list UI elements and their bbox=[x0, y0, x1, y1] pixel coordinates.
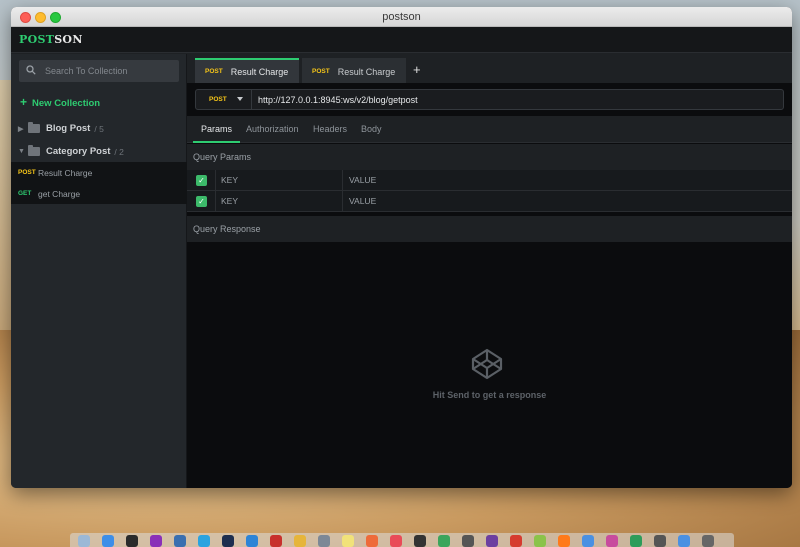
folder-blog-post[interactable]: ▶ Blog Post / 5 bbox=[18, 122, 104, 134]
terminal-icon[interactable] bbox=[126, 535, 138, 547]
request-item[interactable]: POST Result Charge bbox=[11, 162, 187, 183]
phpstorm-icon[interactable] bbox=[150, 535, 162, 547]
main-panel: POST Result Charge POST Result Charge + … bbox=[187, 54, 792, 488]
launchpad-icon[interactable] bbox=[318, 535, 330, 547]
method-select[interactable]: POST bbox=[196, 90, 252, 109]
chevron-down-icon bbox=[237, 97, 243, 101]
search-input[interactable] bbox=[45, 64, 170, 78]
params-table: ✓ KEY VALUE ✓ KEY VALUE bbox=[187, 170, 792, 212]
app-icon[interactable] bbox=[654, 535, 666, 547]
tab-headers[interactable]: Headers bbox=[313, 116, 347, 143]
music-icon[interactable] bbox=[390, 535, 402, 547]
table-row: ✓ KEY VALUE bbox=[187, 170, 792, 191]
tab-label: Result Charge bbox=[230, 66, 289, 77]
param-key[interactable]: KEY bbox=[217, 170, 343, 191]
search-box[interactable] bbox=[19, 60, 179, 82]
finder-icon[interactable] bbox=[78, 535, 90, 547]
photoshop-icon[interactable] bbox=[222, 535, 234, 547]
param-checkbox[interactable]: ✓ bbox=[187, 191, 216, 212]
method-badge: GET bbox=[18, 190, 32, 197]
app-icon[interactable] bbox=[630, 535, 642, 547]
request-tab[interactable]: POST Result Charge bbox=[302, 58, 406, 83]
app-icon[interactable] bbox=[606, 535, 618, 547]
firefox-icon[interactable] bbox=[558, 535, 570, 547]
safari-icon[interactable] bbox=[102, 535, 114, 547]
folder-count: / 5 bbox=[94, 123, 104, 134]
checkmark-icon: ✓ bbox=[196, 175, 207, 186]
folder-count: / 2 bbox=[114, 146, 124, 157]
param-key[interactable]: KEY bbox=[217, 191, 343, 212]
method-badge: POST bbox=[312, 68, 330, 75]
window-title: postson bbox=[382, 11, 421, 23]
trash-icon[interactable] bbox=[702, 535, 714, 547]
param-value[interactable]: VALUE bbox=[344, 170, 792, 191]
caret-down-icon: ▼ bbox=[18, 148, 25, 155]
request-item[interactable]: GET get Charge bbox=[11, 183, 187, 204]
folder-category-post[interactable]: ▼ Category Post / 2 bbox=[18, 145, 124, 157]
downloads-icon[interactable] bbox=[678, 535, 690, 547]
table-row: ✓ KEY VALUE bbox=[187, 191, 792, 212]
request-tab[interactable]: POST Result Charge bbox=[195, 58, 299, 83]
request-tabs: POST Result Charge POST Result Charge + bbox=[187, 54, 792, 83]
title-bar: postson bbox=[11, 7, 792, 27]
app-icon[interactable] bbox=[414, 535, 426, 547]
folder-name: Category Post bbox=[46, 146, 111, 157]
dock bbox=[70, 533, 734, 547]
filezilla-icon[interactable] bbox=[270, 535, 282, 547]
response-empty-state: Hit Send to get a response bbox=[187, 269, 792, 488]
request-list: POST Result Charge GET get Charge bbox=[11, 162, 187, 204]
app-logo: POSTSON bbox=[19, 33, 83, 46]
method-badge: POST bbox=[18, 169, 36, 176]
query-response-header: Query Response bbox=[187, 216, 792, 242]
app-window: postson POSTSON +New Collection ▶ Blog P… bbox=[11, 7, 792, 488]
method-badge: POST bbox=[205, 68, 223, 75]
url-input[interactable] bbox=[258, 93, 778, 106]
chrome-icon[interactable] bbox=[294, 535, 306, 547]
app-icon[interactable] bbox=[510, 535, 522, 547]
empty-response-text: Hit Send to get a response bbox=[432, 390, 547, 400]
param-value[interactable]: VALUE bbox=[344, 191, 792, 212]
codepen-icon bbox=[471, 348, 503, 380]
request-subtabs: Params Authorization Headers Body bbox=[187, 116, 792, 143]
app-icon[interactable] bbox=[438, 535, 450, 547]
new-collection-button[interactable]: + New Collection bbox=[20, 95, 100, 109]
param-checkbox[interactable]: ✓ bbox=[187, 170, 216, 191]
request-name: get Charge bbox=[38, 188, 81, 199]
folder-icon bbox=[28, 145, 40, 156]
app-icon[interactable] bbox=[582, 535, 594, 547]
app-icon[interactable] bbox=[174, 535, 186, 547]
sidebar: + New Collection ▶ Blog Post / 5 ▼ Catego… bbox=[11, 54, 187, 488]
tab-params[interactable]: Params bbox=[193, 116, 241, 143]
app-icon[interactable] bbox=[462, 535, 474, 547]
request-name: Result Charge bbox=[38, 167, 93, 178]
app-icon[interactable] bbox=[366, 535, 378, 547]
logo-text-son: SON bbox=[54, 33, 83, 46]
tab-authorization[interactable]: Authorization bbox=[246, 116, 299, 143]
checkmark-icon: ✓ bbox=[196, 196, 207, 207]
search-icon bbox=[26, 65, 36, 75]
plus-icon: + bbox=[20, 95, 28, 109]
app-icon[interactable] bbox=[534, 535, 546, 547]
caret-right-icon: ▶ bbox=[18, 125, 24, 133]
method-label: POST bbox=[209, 96, 227, 103]
app-icon[interactable] bbox=[486, 535, 498, 547]
telegram-icon[interactable] bbox=[198, 535, 210, 547]
logo-text-post: POST bbox=[19, 33, 55, 46]
query-params-header: Query Params bbox=[187, 144, 792, 170]
folder-name: Blog Post bbox=[46, 123, 91, 134]
app-header: POSTSON bbox=[11, 27, 792, 53]
url-bar: POST bbox=[195, 89, 784, 110]
add-tab-button[interactable]: + bbox=[413, 62, 421, 77]
notes-icon[interactable] bbox=[342, 535, 354, 547]
folder-icon bbox=[28, 122, 40, 133]
new-collection-label: New Collection bbox=[32, 98, 101, 109]
tab-body[interactable]: Body bbox=[361, 116, 382, 143]
vscode-icon[interactable] bbox=[246, 535, 258, 547]
tab-label: Result Charge bbox=[337, 66, 396, 77]
